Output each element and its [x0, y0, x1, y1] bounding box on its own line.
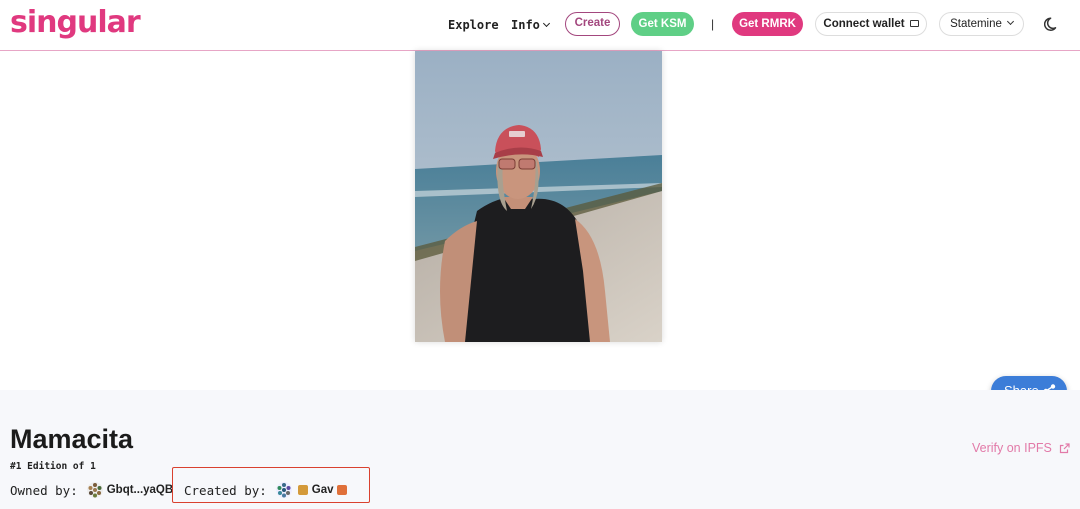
creator-name-link[interactable]: Gav — [312, 484, 334, 496]
get-ksm-button[interactable]: Get KSM — [631, 12, 694, 36]
beer-emoji-icon — [297, 485, 308, 495]
nft-image[interactable] — [415, 51, 662, 342]
network-label: Statemine — [950, 18, 1002, 30]
chevron-down-icon — [542, 19, 550, 28]
nav-explore-link[interactable]: Explore — [448, 17, 499, 33]
external-link-icon — [1060, 443, 1070, 454]
create-button[interactable]: Create — [565, 12, 620, 36]
connect-wallet-button[interactable]: Connect wallet — [815, 12, 927, 36]
moon-icon[interactable] — [1044, 16, 1060, 32]
creator-avatar[interactable] — [275, 482, 292, 498]
nft-title: Mamacita — [10, 424, 134, 454]
chevron-down-icon — [1006, 17, 1014, 26]
edition-label: #1 Edition of 1 — [10, 461, 96, 472]
nav-separator: | — [711, 17, 715, 31]
nav-info-label: Info — [511, 18, 540, 32]
created-by-label: Created by: — [184, 482, 267, 498]
singular-logo[interactable]: singular — [10, 4, 141, 42]
wallet-icon — [909, 20, 919, 27]
verify-ipfs-link[interactable]: Verify on IPFS — [972, 441, 1070, 455]
network-selector[interactable]: Statemine — [939, 12, 1024, 36]
owner-avatar[interactable] — [86, 482, 103, 498]
top-navbar: singular Explore Info Create Get KSM | G… — [0, 0, 1080, 51]
get-rmrk-button[interactable]: Get RMRK — [732, 12, 803, 36]
created-by-row: Created by: Gav — [184, 481, 347, 499]
connect-wallet-label: Connect wallet — [823, 18, 905, 30]
nav-info-menu[interactable]: Info — [511, 17, 550, 33]
owned-by-row: Owned by: Gbqt...yaQB — [10, 481, 173, 499]
fire-emoji-icon — [336, 485, 347, 495]
owner-address-link[interactable]: Gbqt...yaQB — [107, 484, 173, 496]
verify-ipfs-label: Verify on IPFS — [972, 441, 1052, 455]
owned-by-label: Owned by: — [10, 482, 78, 498]
